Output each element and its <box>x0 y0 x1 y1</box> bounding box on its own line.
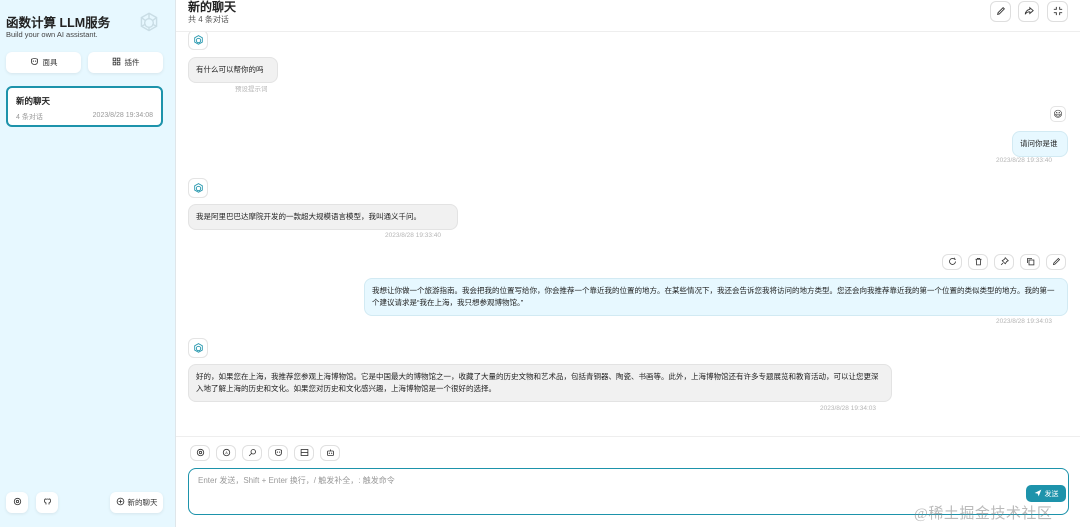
share-icon <box>1024 6 1034 18</box>
delete-button[interactable] <box>968 254 988 270</box>
copy-icon <box>1026 257 1035 268</box>
edit-button[interactable] <box>1046 254 1066 270</box>
message-meta: 2023/8/28 19:34:03 <box>996 318 1053 325</box>
send-button-label: 发送 <box>1044 490 1059 498</box>
new-chat-label: 新的聊天 <box>127 498 158 507</box>
message-meta: 预设提示词 <box>235 86 268 93</box>
plus-circle-icon <box>116 497 125 508</box>
message-meta: 2023/8/28 19:33:40 <box>385 232 442 239</box>
message-bubble: 我想让你做一个旅游指南。我会把我的位置写给你，你会推荐一个靠近我的位置的地方。在… <box>364 278 1068 316</box>
message-bubble: 好的，如果您在上海，我推荐您参观上海博物馆。它是中国最大的博物馆之一，收藏了大量… <box>188 364 892 402</box>
new-chat-button[interactable]: 新的聊天 <box>110 492 163 513</box>
svg-text:A: A <box>225 451 228 455</box>
message-meta: 2023/8/28 19:34:03 <box>820 405 877 412</box>
chat-item-date: 2023/8/28 19:34:08 <box>92 112 153 119</box>
sidebar: 函数计算 LLM服务 Build your own AI assistant. … <box>0 0 176 527</box>
trash-icon <box>974 257 983 268</box>
pin-button[interactable] <box>994 254 1014 270</box>
retry-button[interactable] <box>942 254 962 270</box>
chat-item-title: 新的聊天 <box>16 96 51 106</box>
github-button[interactable] <box>36 492 58 513</box>
masks-button-label: 面具 <box>42 58 58 67</box>
user-avatar-icon: 😃 <box>1050 106 1066 122</box>
prompt-tool-button[interactable] <box>242 445 262 461</box>
pencil-icon <box>996 6 1006 18</box>
chat-main: 新的聊天 共 4 条对话 有什么可以帮你的吗 预设提示词 😃 请问你是谁 202… <box>176 0 1080 527</box>
chat-list-item[interactable]: 新的聊天 4 条对话 2023/8/28 19:34:08 <box>6 86 163 127</box>
auto-theme-icon: A <box>222 448 231 459</box>
robot-icon <box>326 448 335 459</box>
bot-avatar-icon <box>188 338 208 358</box>
message-bubble: 请问你是谁 <box>1012 131 1068 157</box>
grid-icon <box>112 57 121 68</box>
fullscreen-button[interactable] <box>1047 1 1068 22</box>
settings-tool-button[interactable] <box>190 445 210 461</box>
mask-icon <box>30 57 39 68</box>
mask-icon <box>274 448 283 459</box>
theme-tool-button[interactable]: A <box>216 445 236 461</box>
github-icon <box>43 497 52 508</box>
gear-icon <box>196 448 205 459</box>
plugins-button[interactable]: 插件 <box>88 52 163 73</box>
settings-button[interactable] <box>6 492 28 513</box>
brand-subtitle: Build your own AI assistant. <box>6 30 98 39</box>
mask-tool-button[interactable] <box>268 445 288 461</box>
bot-avatar-icon <box>188 32 208 50</box>
send-icon <box>1034 489 1042 499</box>
share-button[interactable] <box>1018 1 1039 22</box>
chat-item-count: 4 条对话 <box>16 114 43 121</box>
openai-logo-icon <box>136 10 162 36</box>
send-button[interactable]: 发送 <box>1026 485 1066 502</box>
chat-count: 共 4 条对话 <box>188 15 229 24</box>
magnifier-icon <box>248 448 257 459</box>
chat-title: 新的聊天 <box>188 0 237 14</box>
bot-avatar-icon <box>188 178 208 198</box>
copy-button[interactable] <box>1020 254 1040 270</box>
pin-icon <box>1000 256 1009 268</box>
gear-icon <box>13 497 22 508</box>
rename-button[interactable] <box>990 1 1011 22</box>
message-bubble: 我是阿里巴巴达摩院开发的一款超大规模语言模型，我叫通义千问。 <box>188 204 458 230</box>
refresh-icon <box>948 257 957 268</box>
chat-header: 新的聊天 共 4 条对话 <box>176 0 1080 32</box>
brand-title: 函数计算 LLM服务 <box>6 16 111 30</box>
message-list: 有什么可以帮你的吗 预设提示词 😃 请问你是谁 2023/8/28 19:33:… <box>176 32 1080 436</box>
masks-button[interactable]: 面具 <box>6 52 81 73</box>
message-bubble: 有什么可以帮你的吗 <box>188 57 278 83</box>
break-icon <box>300 448 309 459</box>
watermark: @稀土掘金技术社区 <box>914 506 1053 522</box>
plugins-button-label: 插件 <box>124 58 140 67</box>
app-window: 函数计算 LLM服务 Build your own AI assistant. … <box>0 0 1080 527</box>
pencil-icon <box>1052 257 1061 268</box>
model-tool-button[interactable] <box>320 445 340 461</box>
clear-context-tool-button[interactable] <box>294 445 314 461</box>
message-meta: 2023/8/28 19:33:40 <box>996 157 1053 164</box>
collapse-icon <box>1053 6 1063 18</box>
